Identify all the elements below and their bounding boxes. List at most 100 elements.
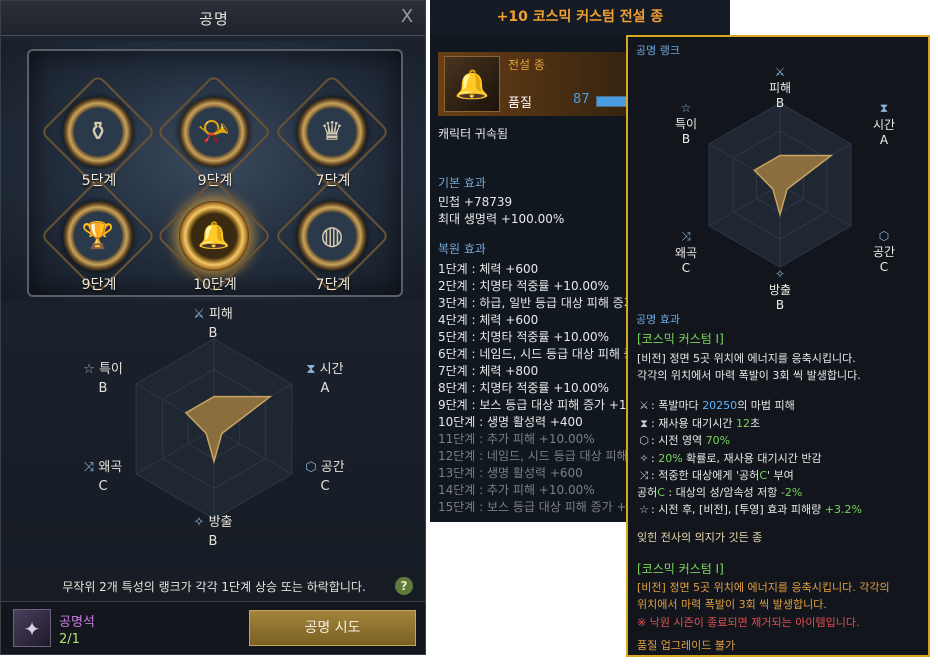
axis-grade: C	[320, 479, 330, 494]
quality-value: 87	[573, 92, 590, 107]
season-warning: ※ 낙원 시즌이 종료되면 제거되는 아이템입니다.	[637, 616, 860, 629]
basic-effect-header: 기본 효과	[438, 176, 486, 190]
axis-grade: C	[98, 479, 108, 494]
sword-icon: ⚔	[774, 65, 786, 79]
effect-desc: 각각의 위치에서 마력 폭발이 3회 씩 발생합니다.	[637, 369, 861, 382]
axis-grade: B	[775, 96, 785, 110]
basic-effect-line: 최대 생명력 +100.00%	[438, 212, 565, 226]
star-line: ☆: 시전 후, [비전], [투영] 효과 피해량 +3.2%	[637, 501, 862, 517]
restore-effect-line: 14단계 : 추가 피해 +10.00%	[438, 483, 595, 497]
effect-stat-line: ✧: 20% 확률로, 재사용 대기시간 반감	[637, 450, 821, 466]
effect-stat-line: ⬡: 시전 영역 70%	[637, 432, 730, 448]
cube-icon: ⬡	[305, 460, 317, 475]
bell-icon: 🔔	[197, 221, 231, 251]
basic-effect-line: 민첩 +78739	[438, 195, 513, 209]
chalice-icon: 🏆	[81, 221, 115, 251]
resonance-panel: 공명 X ⚱ 5단계 📯 9단계 ♛ 7단계 🏆 9단계 🔔 10단계 ◍ 7단…	[0, 0, 426, 655]
slot-bell-selected[interactable]: 🔔 10단계	[175, 201, 255, 301]
mirror-icon: ◍	[320, 221, 344, 251]
burst-icon: ✧	[774, 267, 786, 281]
set-desc: [비전] 정면 5곳 위치에 에너지를 응축시킵니다. 각각의	[637, 581, 890, 594]
restore-effect-line: 9단계 : 보스 등급 대상 피해 증가 +10	[438, 398, 635, 412]
restore-effect-header: 복원 효과	[438, 242, 486, 256]
effect-title: [코스믹 커스텀 I]	[637, 332, 724, 346]
axis-grade: C	[681, 261, 691, 275]
axis-special: ☆ 특이 B	[63, 358, 143, 396]
rank-radar-chart: ⚔ 피해 B ⧗ 시간 A ⬡ 공간 C ✧ 방출 B ⤨ 왜곡 C ☆ 특이 …	[638, 59, 922, 319]
stone-name: 공명석	[59, 615, 95, 630]
stone-count: 2/1	[59, 632, 80, 647]
effect-stat-line: ⤨: 적중한 대상에게 '공허C' 부여	[637, 467, 794, 483]
effect-stat-line: ⧗: 재사용 대기시간 12초	[637, 415, 760, 431]
resonance-note: 무작위 2개 특성의 랭크가 각각 1단계 상승 또는 하락합니다.	[62, 580, 366, 594]
restore-effect-line: 6단계 : 네임드, 시드 등급 대상 피해 증	[438, 347, 635, 361]
shuffle-icon: ⤨	[681, 229, 691, 243]
item-title: +10 코스믹 커스텀 전설 종	[430, 0, 730, 34]
axis-grade: B	[775, 298, 785, 312]
axis-grade: B	[208, 534, 218, 549]
burst-icon: ✧	[193, 515, 205, 530]
hourglass-icon: ⧗	[879, 101, 889, 115]
restore-effect-line: 10단계 : 생명 활성력 +400	[438, 415, 583, 429]
axis-damage: ⚔ 피해 B	[750, 65, 810, 110]
bell-icon: 🔔	[444, 56, 500, 112]
axis-grade: A	[879, 133, 889, 147]
item-grade: 전설 종	[508, 58, 545, 72]
bound-text: 캐릭터 귀속됨	[438, 127, 509, 141]
close-icon[interactable]: X	[397, 7, 417, 27]
axis-grade: B	[208, 326, 218, 341]
slot-level: 9단계	[81, 277, 117, 293]
void-line: 공허C : 대상의 성/암속성 저항 -2%	[637, 486, 803, 499]
set-title: [코스믹 커스텀 I]	[637, 562, 724, 576]
restore-effect-line: 13단계 : 생명 활성력 +600	[438, 466, 583, 480]
restore-effect-line: 1단계 : 체력 +600	[438, 262, 539, 276]
urn-icon: ⚱	[87, 117, 109, 147]
rank-header: 공명 랭크	[636, 44, 680, 57]
quality-upgrade-note: 품질 업그레이드 불가	[637, 639, 736, 652]
try-resonance-button[interactable]: 공명 시도	[249, 610, 416, 646]
axis-time: ⧗ 시간 A	[285, 358, 365, 396]
restore-effect-line: 5단계 : 치명타 적중률 +10.00%	[438, 330, 610, 344]
panel-title-bar: 공명 X	[1, 1, 425, 36]
slot-mirror[interactable]: ◍ 7단계	[293, 201, 373, 301]
star-icon: ☆	[639, 503, 649, 516]
axis-space: ⬡ 공간 C	[285, 456, 365, 494]
resonance-stone-icon: ✦	[13, 609, 51, 647]
panel-title: 공명	[199, 10, 229, 28]
slot-chalice[interactable]: 🏆 9단계	[59, 201, 139, 301]
crown-icon: ♛	[320, 117, 344, 147]
axis-emission: ✧ 방출 B	[173, 511, 253, 549]
restore-effect-line: 7단계 : 체력 +800	[438, 364, 539, 378]
axis-grade: C	[879, 260, 889, 274]
restore-effect-line: 2단계 : 치명타 적중률 +10.00%	[438, 279, 610, 293]
axis-grade: B	[98, 381, 108, 396]
resonance-radar-chart: ⚔ 피해 B ⧗ 시간 A ⬡ 공간 C ✧ 방출 B ⤨ 왜곡 C ☆ 특이 …	[61, 301, 367, 551]
cube-icon: ⬡	[639, 434, 649, 447]
axis-space: ⬡ 공간 C	[854, 229, 914, 274]
star-icon: ☆	[83, 362, 95, 377]
restore-effect-line: 12단계 : 네임드, 시드 등급 대상 피해	[438, 449, 628, 463]
axis-grade: B	[681, 132, 691, 146]
axis-distortion: ⤨ 왜곡 C	[63, 456, 143, 494]
effect-desc: [비전] 정면 5곳 위치에 에너지를 응축시킵니다.	[637, 352, 856, 365]
shuffle-icon: ⤨	[83, 460, 95, 475]
sword-icon: ⚔	[639, 399, 649, 412]
set-desc: 위치에서 마력 폭발이 3회 씩 발생합니다.	[637, 598, 827, 611]
burst-icon: ✧	[639, 451, 649, 465]
cube-icon: ⬡	[878, 229, 890, 243]
hourglass-icon: ⧗	[306, 362, 316, 377]
slot-level: 7단계	[315, 277, 351, 293]
help-icon[interactable]: ?	[395, 577, 413, 595]
restore-effect-line: 15단계 : 보스 등급 대상 피해 증가 +	[438, 500, 627, 514]
axis-grade: A	[320, 381, 330, 396]
restore-effect-line: 3단계 : 하급, 일반 등급 대상 피해 증가	[438, 296, 635, 310]
effect-stat-line: ⚔: 폭발마다 20250의 마법 피해	[637, 397, 795, 413]
flavor-text: 잊힌 전사의 의지가 깃든 종	[637, 531, 763, 544]
axis-distortion: ⤨ 왜곡 C	[656, 229, 716, 275]
axis-time: ⧗ 시간 A	[854, 101, 914, 147]
horn-icon: 📯	[197, 117, 231, 147]
axis-special: ☆ 특이 B	[656, 101, 716, 146]
restore-effect-line: 8단계 : 치명타 적중률 +10.00%	[438, 381, 610, 395]
resonance-rank-tooltip: 공명 랭크 ⚔ 피해 B ⧗ 시간 A ⬡ 공간 C ✧ 방출 B ⤨ 왜곡 C…	[626, 35, 930, 657]
effect-header: 공명 효과	[636, 313, 680, 326]
